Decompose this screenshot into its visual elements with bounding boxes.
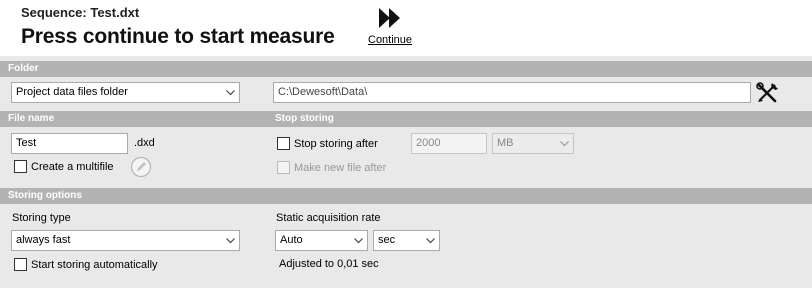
file-extension: .dxd (134, 137, 155, 149)
edit-pencil-icon[interactable] (130, 156, 152, 178)
storing-options-section-header: Storing options (0, 188, 812, 204)
stop-unit-value: MB (497, 137, 514, 149)
file-name-section-header: File name (0, 111, 270, 127)
stop-amount-input[interactable]: 2000 (411, 133, 487, 154)
continue-button[interactable]: Continue (364, 5, 416, 49)
sequence-name: Sequence: Test.dxt (21, 5, 140, 20)
checkbox-box (14, 258, 27, 271)
checkbox-box (277, 137, 290, 150)
folder-type-value: Project data files folder (16, 86, 128, 98)
multifile-label: Create a multifile (31, 160, 114, 173)
stop-amount-value: 2000 (416, 137, 441, 149)
header: Sequence: Test.dxt Press continue to sta… (0, 0, 812, 56)
static-rate-label: Static acquisition rate (276, 212, 381, 224)
rate-unit-value: sec (378, 234, 396, 246)
chevron-down-icon (354, 238, 363, 244)
tools-icon[interactable] (756, 82, 779, 104)
stop-storing-after-label: Stop storing after (294, 137, 378, 150)
chevron-down-icon (426, 238, 435, 244)
stop-storing-after-checkbox[interactable]: Stop storing after (277, 137, 378, 150)
start-storing-auto-label: Start storing automatically (31, 258, 158, 271)
checkbox-box (14, 160, 27, 173)
chevron-down-icon (560, 141, 569, 147)
page-title: Press continue to start measure (21, 25, 335, 48)
continue-label: Continue (368, 34, 413, 46)
folder-type-select[interactable]: Project data files folder (11, 82, 240, 103)
multifile-checkbox[interactable]: Create a multifile (14, 160, 114, 173)
make-new-file-label: Make new file after (294, 161, 387, 174)
folder-section-header: Folder (0, 61, 812, 77)
chevron-down-icon (226, 238, 235, 244)
rate-value: Auto (280, 234, 303, 246)
start-storing-auto-checkbox[interactable]: Start storing automatically (14, 258, 158, 271)
file-name-input[interactable]: Test (11, 133, 128, 154)
storing-type-select[interactable]: always fast (11, 230, 240, 251)
file-name-value: Test (16, 137, 37, 149)
chevron-down-icon (226, 90, 235, 96)
stop-unit-select[interactable]: MB (492, 133, 574, 154)
stop-storing-section-header: Stop storing (270, 111, 812, 127)
adjusted-rate-text: Adjusted to 0,01 sec (279, 258, 379, 270)
folder-path-input[interactable]: C:\Dewesoft\Data\ (273, 82, 751, 103)
make-new-file-checkbox[interactable]: Make new file after (277, 161, 386, 174)
rate-select[interactable]: Auto (275, 230, 368, 251)
checkbox-box (277, 161, 290, 174)
storing-type-label: Storing type (12, 212, 71, 224)
storing-type-value: always fast (16, 234, 71, 246)
folder-path-value: C:\Dewesoft\Data\ (278, 86, 368, 98)
rate-unit-select[interactable]: sec (373, 230, 440, 251)
fast-forward-icon (379, 8, 400, 28)
